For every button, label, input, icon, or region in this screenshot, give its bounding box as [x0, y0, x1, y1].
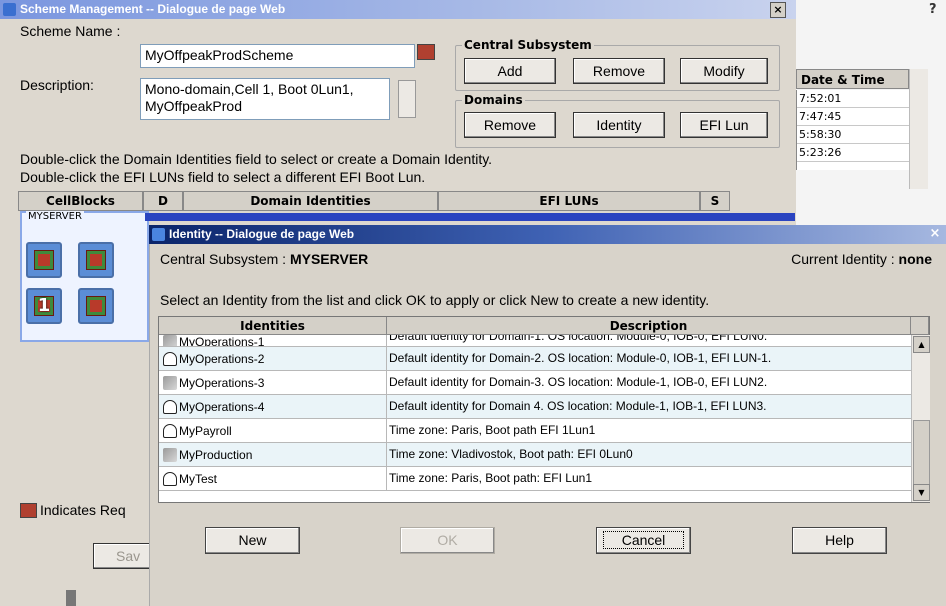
current-identity-value: none	[898, 251, 932, 267]
selected-domain-row[interactable]	[145, 213, 795, 221]
identity-instruction: Select an Identity from the list and cli…	[160, 292, 710, 308]
ok-button-label: OK	[437, 532, 458, 548]
identity-description: Default identity for Domain-1. OS locati…	[389, 335, 768, 343]
table-row[interactable]: MyProduction Time zone: Vladivostok, Boo…	[159, 443, 911, 467]
required-indicator-icon	[20, 503, 37, 518]
identity-description: Default identity for Domain-2. OS locati…	[389, 351, 772, 365]
table-row[interactable]: MyOperations-4 Default identity for Doma…	[159, 395, 911, 419]
identity-name: MyProduction	[179, 448, 253, 462]
cancel-button[interactable]: Cancel	[596, 527, 691, 554]
cancel-button-label: Cancel	[602, 531, 685, 549]
domains-group-title: Domains	[462, 93, 525, 107]
ie-window-icon	[3, 3, 16, 16]
cell-module-icon[interactable]	[26, 242, 62, 278]
date-time-list: 7:52:01 7:47:45 5:58:30 5:23:26	[796, 90, 910, 170]
identity-name: MyTest	[179, 472, 218, 486]
s-column-header[interactable]: S	[700, 191, 730, 211]
cell-module-icon[interactable]	[78, 242, 114, 278]
central-subsystem-row: Central Subsystem : MYSERVER	[160, 251, 368, 267]
identity-name: MyOperations-1	[179, 335, 265, 347]
cell-module-icon[interactable]	[78, 288, 114, 324]
description-scrollbar[interactable]	[398, 80, 416, 118]
central-subsystem-value: MYSERVER	[289, 251, 369, 267]
identity-description: Time zone: Paris, Boot path EFI 1Lun1	[389, 423, 596, 437]
identity-description: Time zone: Paris, Boot path: EFI Lun1	[389, 471, 592, 485]
linux-icon	[163, 352, 177, 366]
identities-scrollbar[interactable]: ▲ ▼	[911, 335, 930, 502]
help-icon[interactable]: ?	[929, 2, 944, 18]
cell-module-selected-icon[interactable]: 1	[26, 288, 62, 324]
table-row[interactable]: MyOperations-2 Default identity for Doma…	[159, 347, 911, 371]
identity-name: MyOperations-2	[179, 352, 265, 366]
linux-icon	[163, 400, 177, 414]
identity-dialog-titlebar[interactable]: Identity -- Dialogue de page Web ×	[149, 225, 946, 244]
table-row[interactable]: MyOperations-1 Default identity for Doma…	[159, 335, 911, 347]
identity-description: Time zone: Vladivostok, Boot path: EFI 0…	[389, 447, 633, 461]
new-button[interactable]: New	[205, 527, 300, 554]
help-button[interactable]: Help	[792, 527, 887, 554]
identity-name: MyPayroll	[179, 424, 232, 438]
help-button-label: Help	[825, 532, 854, 548]
table-row[interactable]: MyPayroll Time zone: Paris, Boot path EF…	[159, 419, 911, 443]
scrollbar-thumb[interactable]	[913, 420, 930, 492]
cellblock-server-name: MYSERVER	[26, 211, 84, 222]
identities-table: Identities Description MyOperations-1 De…	[158, 316, 930, 503]
save-button[interactable]: Sav	[93, 543, 153, 569]
header-corner	[911, 317, 929, 335]
instruction-domain-identities: Double-click the Domain Identities field…	[20, 151, 493, 167]
central-subsystem-label: Central Subsystem :	[160, 251, 287, 267]
efi-luns-column-header[interactable]: EFI LUNs	[438, 191, 700, 211]
modify-central-subsystem-button[interactable]: Modify	[680, 58, 768, 84]
scheme-name-input[interactable]: MyOffpeakProdScheme	[140, 44, 415, 68]
status-bar-fragment	[66, 590, 76, 606]
scroll-down-icon[interactable]: ▼	[913, 484, 930, 501]
add-central-subsystem-button[interactable]: Add	[464, 58, 556, 84]
description-textarea[interactable]: Mono-domain,Cell 1, Boot 0Lun1, MyOffpea…	[140, 78, 390, 120]
domain-identities-column-header[interactable]: Domain Identities	[183, 191, 438, 211]
close-icon[interactable]: ×	[928, 227, 942, 241]
date-time-column-header[interactable]: Date & Time	[796, 69, 909, 89]
description-label: Description:	[20, 77, 94, 93]
date-time-cell[interactable]: 5:58:30	[797, 126, 910, 144]
description-column-header[interactable]: Description	[387, 317, 911, 335]
instruction-efi-luns: Double-click the EFI LUNs field to selec…	[20, 169, 426, 185]
ie-window-icon	[152, 228, 165, 241]
remove-central-subsystem-button[interactable]: Remove	[573, 58, 665, 84]
current-identity-label: Current Identity :	[791, 251, 895, 267]
identity-name: MyOperations-3	[179, 376, 265, 390]
linux-icon	[163, 424, 177, 438]
central-subsystem-group-title: Central Subsystem	[462, 38, 594, 52]
table-row[interactable]: MyOperations-3 Default identity for Doma…	[159, 371, 911, 395]
current-identity-row: Current Identity : none	[791, 251, 932, 267]
ok-button[interactable]: OK	[400, 527, 495, 554]
windows-icon	[163, 376, 177, 390]
required-indicator-text: Indicates Req	[40, 502, 126, 518]
close-icon[interactable]: ×	[770, 2, 786, 18]
scheme-window-titlebar[interactable]: Scheme Management -- Dialogue de page We…	[0, 0, 796, 19]
scheme-name-label: Scheme Name :	[20, 23, 121, 39]
identity-name: MyOperations-4	[179, 400, 265, 414]
efi-lun-button[interactable]: EFI Lun	[680, 112, 768, 138]
identities-column-header[interactable]: Identities	[159, 317, 387, 335]
table-row[interactable]: MyTest Time zone: Paris, Boot path: EFI …	[159, 467, 911, 491]
identity-description: Default identity for Domain 4. OS locati…	[389, 399, 767, 413]
domain-identity-button[interactable]: Identity	[573, 112, 665, 138]
new-button-label: New	[238, 532, 267, 548]
date-time-cell[interactable]: 7:47:45	[797, 108, 910, 126]
cellblocks-column-header[interactable]: CellBlocks	[18, 191, 143, 211]
windows-icon	[163, 448, 177, 462]
identity-dialog-title: Identity -- Dialogue de page Web	[169, 227, 355, 241]
required-field-icon	[417, 44, 435, 60]
date-time-cell[interactable]: 5:23:26	[797, 144, 910, 162]
linux-icon	[163, 472, 177, 486]
scroll-up-icon[interactable]: ▲	[913, 336, 930, 353]
date-time-cell[interactable]: 7:52:01	[797, 90, 910, 108]
d-column-header[interactable]: D	[143, 191, 183, 211]
scheme-window-title: Scheme Management -- Dialogue de page We…	[20, 2, 286, 16]
cellblock-panel[interactable]: MYSERVER 1	[20, 211, 149, 342]
windows-icon	[163, 335, 177, 346]
date-time-scrollbar[interactable]	[909, 69, 928, 189]
identity-description: Default identity for Domain-3. OS locati…	[389, 375, 768, 389]
remove-domain-button[interactable]: Remove	[464, 112, 556, 138]
